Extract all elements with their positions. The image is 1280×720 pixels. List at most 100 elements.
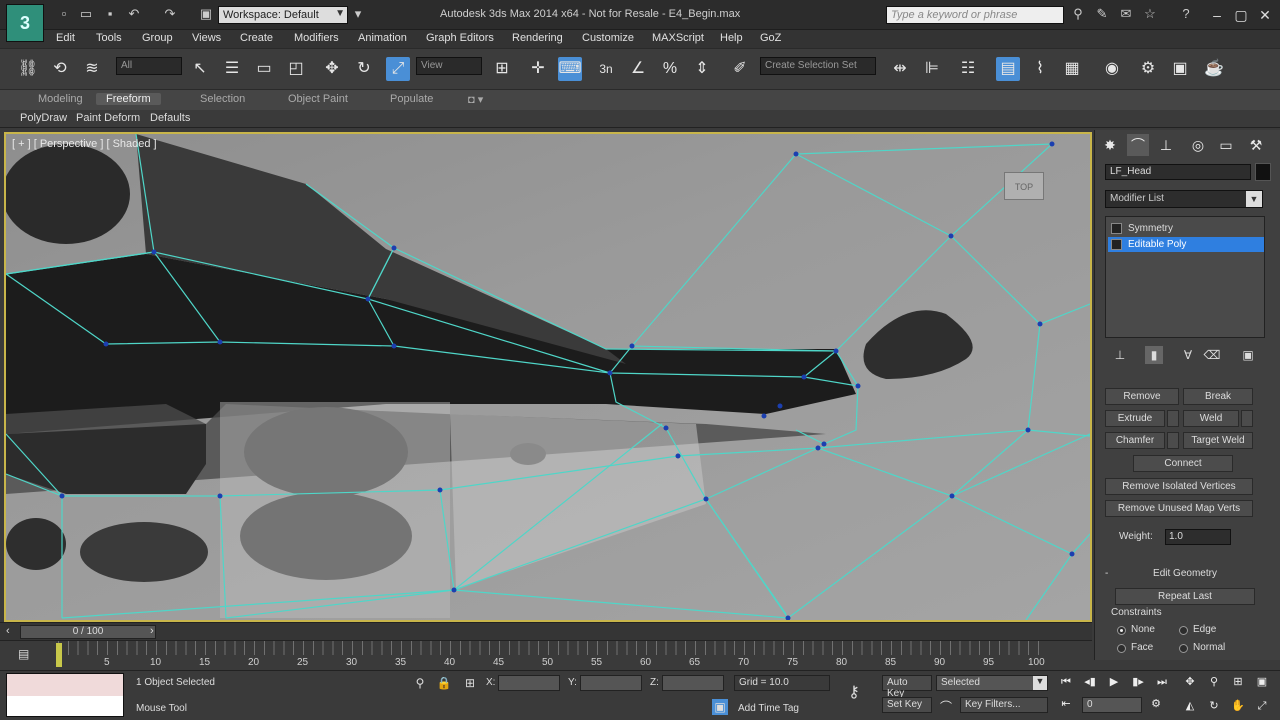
tab-modeling[interactable]: Modeling bbox=[28, 93, 93, 105]
absolute-mode-icon[interactable]: ⊞ bbox=[462, 675, 478, 691]
key-mode-dropdown[interactable]: Selected ▼ bbox=[936, 675, 1048, 691]
project-folder-icon[interactable]: ▣ bbox=[198, 6, 214, 22]
object-name-field[interactable]: LF_Head bbox=[1105, 164, 1251, 180]
rendered-frame-window-icon[interactable]: ▣ bbox=[1168, 57, 1192, 81]
graphite-toolbar-icon[interactable]: ▤ bbox=[996, 57, 1020, 81]
object-color-swatch[interactable] bbox=[1255, 163, 1271, 181]
walk-through-icon[interactable]: ✋ bbox=[1228, 697, 1248, 715]
keyboard-shortcut-override-icon[interactable]: ⌨ bbox=[558, 57, 582, 81]
ribbon-options-icon[interactable]: ◘ ▾ bbox=[458, 93, 493, 106]
perspective-viewport[interactable]: [ + ] [ Perspective ] [ Shaded ] TOP bbox=[4, 132, 1092, 622]
show-end-result-icon[interactable]: ▮ bbox=[1145, 346, 1163, 364]
menu-help[interactable]: Help bbox=[720, 32, 743, 44]
key-filters-button[interactable]: Key Filters... bbox=[960, 697, 1048, 713]
menu-edit[interactable]: Edit bbox=[56, 32, 75, 44]
configure-modifier-sets-icon[interactable]: ▣ bbox=[1239, 346, 1257, 364]
auto-key-button[interactable]: Auto Key bbox=[882, 675, 932, 699]
maxscript-listener[interactable] bbox=[6, 673, 124, 717]
key-mode-toggle-icon[interactable]: ⇤ bbox=[1056, 695, 1076, 713]
stack-item-editable-poly[interactable]: Editable Poly bbox=[1108, 237, 1264, 252]
bind-space-warp-icon[interactable]: ≋ bbox=[80, 57, 104, 81]
constraint-normal-radio[interactable] bbox=[1179, 644, 1188, 653]
select-and-scale-icon[interactable]: ⤢ bbox=[386, 57, 410, 81]
play-icon[interactable]: ▶ bbox=[1104, 673, 1124, 691]
curve-editor-icon[interactable]: ⌇ bbox=[1028, 57, 1052, 81]
maxscript-input[interactable] bbox=[7, 696, 123, 716]
viewcube[interactable]: TOP bbox=[1004, 172, 1044, 200]
time-slider[interactable]: ‹ 0 / 100 › bbox=[0, 622, 1092, 640]
pivot-center-icon[interactable]: ⊞ bbox=[490, 57, 514, 81]
target-weld-button[interactable]: Target Weld bbox=[1183, 432, 1253, 449]
maximize-viewport-icon[interactable]: ⤢ bbox=[1252, 697, 1272, 715]
extrude-button[interactable]: Extrude bbox=[1105, 410, 1165, 427]
percent-snap-icon[interactable]: % bbox=[658, 57, 682, 81]
schematic-view-icon[interactable]: ▦ bbox=[1060, 57, 1084, 81]
current-frame-field[interactable]: 0 bbox=[1082, 697, 1142, 713]
select-by-name-icon[interactable]: ☰ bbox=[220, 57, 244, 81]
menu-rendering[interactable]: Rendering bbox=[512, 32, 563, 44]
zoom-icon[interactable]: ⚲ bbox=[1204, 673, 1224, 691]
edit-named-selection-icon[interactable]: ✐ bbox=[728, 57, 752, 81]
previous-frame-icon[interactable]: ◂▮ bbox=[1080, 673, 1100, 691]
select-and-move-icon[interactable]: ✥ bbox=[320, 57, 344, 81]
menu-customize[interactable]: Customize bbox=[582, 32, 634, 44]
spinner-snap-icon[interactable]: ⇕ bbox=[690, 57, 714, 81]
y-coordinate-field[interactable] bbox=[580, 675, 642, 691]
favorites-icon[interactable]: ☆ bbox=[1142, 6, 1158, 22]
new-file-icon[interactable]: ▫ bbox=[56, 6, 72, 22]
edit-geometry-rollout[interactable]: Edit Geometry bbox=[1115, 566, 1255, 583]
time-tag-icon[interactable]: ▣ bbox=[712, 699, 728, 715]
orbit-icon[interactable]: ↻ bbox=[1204, 697, 1224, 715]
zoom-all-icon[interactable]: ⊞ bbox=[1228, 673, 1248, 691]
selection-filter-dropdown[interactable]: All bbox=[116, 57, 182, 75]
tab-selection[interactable]: Selection bbox=[190, 93, 255, 105]
menu-create[interactable]: Create bbox=[240, 32, 273, 44]
connect-button[interactable]: Connect bbox=[1133, 455, 1233, 472]
render-production-icon[interactable]: ☕ bbox=[1202, 57, 1226, 81]
remove-modifier-icon[interactable]: ⌫ bbox=[1203, 346, 1221, 364]
chamfer-button[interactable]: Chamfer bbox=[1105, 432, 1165, 449]
stack-item-symmetry[interactable]: Symmetry bbox=[1108, 221, 1264, 236]
time-slider-thumb[interactable]: 0 / 100 bbox=[20, 625, 156, 639]
select-and-rotate-icon[interactable]: ↻ bbox=[352, 57, 376, 81]
modifier-list-dropdown[interactable]: Modifier List ▼ bbox=[1105, 190, 1263, 208]
expand-icon[interactable] bbox=[1111, 239, 1122, 250]
extrude-settings-button[interactable] bbox=[1167, 410, 1179, 427]
display-tab-icon[interactable]: ▭ bbox=[1215, 134, 1237, 156]
panel-polydraw[interactable]: PolyDraw bbox=[20, 112, 67, 124]
mini-curve-editor-icon[interactable]: ▤ bbox=[18, 647, 29, 661]
set-key-button[interactable]: Set Key bbox=[882, 697, 932, 713]
redo-icon[interactable]: ↷ bbox=[162, 6, 178, 22]
select-object-icon[interactable]: ↖ bbox=[188, 57, 212, 81]
create-tab-icon[interactable]: ✸ bbox=[1099, 134, 1121, 156]
weight-spinner[interactable]: 1.0 bbox=[1165, 529, 1231, 545]
x-coordinate-field[interactable] bbox=[498, 675, 560, 691]
close-icon[interactable]: ✕ bbox=[1254, 5, 1276, 25]
unlink-icon[interactable]: ⟲ bbox=[48, 57, 72, 81]
subscription-icon[interactable]: ✎ bbox=[1094, 6, 1110, 22]
menu-goz[interactable]: GoZ bbox=[760, 32, 781, 44]
field-of-view-icon[interactable]: ◭ bbox=[1180, 697, 1200, 715]
go-to-start-icon[interactable]: ⏮ bbox=[1056, 673, 1076, 691]
angle-snap-icon[interactable]: ∠ bbox=[626, 57, 650, 81]
isolate-selection-icon[interactable]: ⚲ bbox=[412, 675, 428, 691]
menu-views[interactable]: Views bbox=[192, 32, 221, 44]
add-time-tag[interactable]: Add Time Tag bbox=[738, 703, 799, 714]
select-and-link-icon[interactable]: ⛓ bbox=[16, 57, 40, 81]
snaps-toggle-icon[interactable]: 3n bbox=[594, 57, 618, 81]
go-to-end-icon[interactable]: ⏭ bbox=[1152, 673, 1172, 691]
pin-stack-icon[interactable]: ⊥ bbox=[1111, 346, 1129, 364]
tab-populate[interactable]: Populate bbox=[380, 93, 443, 105]
break-button[interactable]: Break bbox=[1183, 388, 1253, 405]
open-file-icon[interactable]: ▭ bbox=[78, 6, 94, 22]
tab-object-paint[interactable]: Object Paint bbox=[278, 93, 358, 105]
remove-button[interactable]: Remove bbox=[1105, 388, 1179, 405]
viewport-label[interactable]: [ + ] [ Perspective ] [ Shaded ] bbox=[12, 138, 157, 150]
communication-icon[interactable]: ✉ bbox=[1118, 6, 1134, 22]
next-frame-icon[interactable]: ▮▸ bbox=[1128, 673, 1148, 691]
constraint-none-radio[interactable] bbox=[1117, 626, 1126, 635]
motion-tab-icon[interactable]: ◎ bbox=[1187, 134, 1209, 156]
pan-icon[interactable]: ✥ bbox=[1180, 673, 1200, 691]
track-bar[interactable]: ▤ 5 10 15 20 25 30 35 40 45 50 55 60 65 … bbox=[0, 640, 1092, 670]
named-selection-dropdown[interactable]: Create Selection Set bbox=[760, 57, 876, 75]
